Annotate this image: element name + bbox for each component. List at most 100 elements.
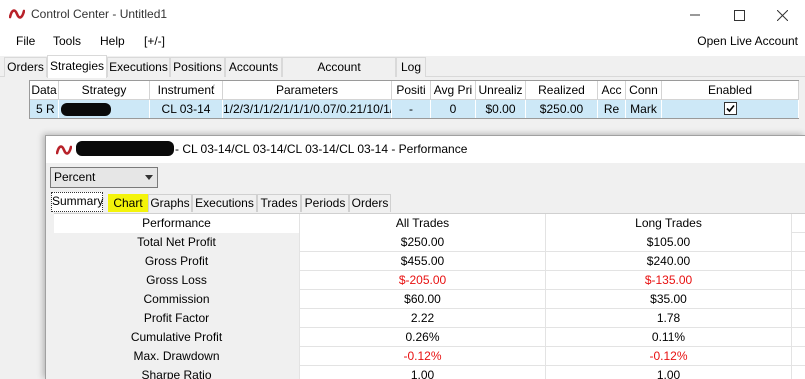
enabled-checkbox[interactable] [723,102,737,115]
header-long-trades: Long Trades [546,214,792,233]
row-long-trades: $35.00 [546,290,792,309]
cell-realized[interactable]: $250.00 [526,100,598,118]
row-label: Max. Drawdown [54,347,300,366]
performance-window: - CL 03-14/CL 03-14/CL 03-14/CL 03-14 - … [45,135,805,379]
tab-positions[interactable]: Positions [170,57,225,77]
row-label: Gross Loss [54,271,300,290]
col-header-realized[interactable]: Realized [526,81,598,100]
table-row[interactable]: Max. Drawdown -0.12% -0.12% [54,347,805,366]
perf-tab-summary[interactable]: Summary [51,192,103,212]
row-all-trades: -0.12% [300,347,546,366]
row-long-trades: $105.00 [546,233,792,252]
cell-data[interactable]: 5 R [30,100,59,118]
col-header-data[interactable]: Data [30,81,59,100]
col-header-unrealized[interactable]: Unrealiz [476,81,526,100]
perf-tab-executions[interactable]: Executions [192,194,257,212]
app-logo-icon [56,145,72,155]
col-header-account[interactable]: Acc [598,81,626,100]
tab-account-performance[interactable]: Account Performance [282,57,396,92]
table-row[interactable]: Sharpe Ratio 1.00 1.00 [54,366,805,379]
row-all-trades: $250.00 [300,233,546,252]
row-label: Sharpe Ratio [54,366,300,379]
chevron-down-icon [145,175,153,180]
menu-file[interactable]: File [16,34,35,48]
table-row[interactable]: Cumulative Profit 0.26% 0.11% [54,328,805,347]
menu-expand-toggle[interactable]: [+/-] [144,34,165,48]
row-long-trades: -0.12% [546,347,792,366]
redacted-strategy-name [61,103,111,116]
row-long-trades: $240.00 [546,252,792,271]
performance-table: Performance All Trades Long Trades Total… [54,213,805,379]
row-all-trades: 1.00 [300,366,546,379]
cell-avg-price[interactable]: 0 [431,100,476,118]
perf-tab-trades[interactable]: Trades [257,194,301,212]
row-all-trades: $60.00 [300,290,546,309]
header-all-trades: All Trades [300,214,546,233]
maximize-button[interactable] [717,0,762,30]
table-row[interactable]: Profit Factor 2.22 1.78 [54,309,805,328]
close-icon [777,9,788,21]
row-all-trades: $455.00 [300,252,546,271]
table-row[interactable]: Gross Loss $-205.00 $-135.00 [54,271,805,290]
display-mode-select[interactable]: Percent [50,167,158,188]
row-all-trades: 2.22 [300,309,546,328]
col-header-avg-price[interactable]: Avg Pri [431,81,476,100]
minimize-button[interactable] [672,0,717,30]
performance-window-title: - CL 03-14/CL 03-14/CL 03-14/CL 03-14 - … [175,142,468,156]
performance-title-bar: - CL 03-14/CL 03-14/CL 03-14/CL 03-14 - … [46,136,805,163]
row-label: Gross Profit [54,252,300,271]
perf-tab-orders[interactable]: Orders [349,194,391,212]
menu-help[interactable]: Help [100,34,125,48]
cell-unrealized[interactable]: $0.00 [476,100,526,118]
cell-enabled[interactable] [662,100,799,118]
cell-instrument[interactable]: CL 03-14 [150,100,223,118]
tab-strategies[interactable]: Strategies [47,55,107,78]
col-header-strategy[interactable]: Strategy [59,81,150,100]
row-long-trades: 1.00 [546,366,792,379]
maximize-icon [734,9,745,21]
header-performance: Performance [54,214,300,233]
perf-tab-graphs[interactable]: Graphs [148,194,192,212]
checkmark-icon [725,104,735,113]
row-long-trades: $-135.00 [546,271,792,290]
menu-bar: File Tools Help [+/-] Open Live Account [0,30,805,52]
title-bar: Control Center - Untitled1 [0,0,805,30]
menu-tools[interactable]: Tools [53,34,81,48]
col-header-enabled[interactable]: Enabled [662,81,799,100]
row-label: Total Net Profit [54,233,300,252]
cell-position[interactable]: - [392,100,431,118]
table-row[interactable]: Commission $60.00 $35.00 [54,290,805,309]
cell-parameters[interactable]: 1/2/3/1/1/2/1/1/1/0.07/0.21/10/1/ [223,100,392,118]
row-label: Commission [54,290,300,309]
main-tab-bar: Orders Strategies Executions Positions A… [0,55,805,92]
tab-executions[interactable]: Executions [107,57,170,77]
strategies-grid: Data Strategy Instrument Parameters Posi… [29,80,799,119]
app-logo-icon [9,9,25,19]
perf-tab-periods[interactable]: Periods [301,194,349,212]
window-title: Control Center - Untitled1 [31,7,168,21]
cell-connection[interactable]: Mark [626,100,662,118]
table-header-row: Performance All Trades Long Trades [54,214,805,233]
col-header-position[interactable]: Positi [392,81,431,100]
perf-tab-chart[interactable]: Chart [108,194,148,212]
tab-accounts[interactable]: Accounts [225,57,282,77]
cell-account[interactable]: Re [598,100,626,118]
row-all-trades: 0.26% [300,328,546,347]
col-header-parameters[interactable]: Parameters [223,81,392,100]
row-label: Cumulative Profit [54,328,300,347]
row-long-trades: 0.11% [546,328,792,347]
tab-orders[interactable]: Orders [4,57,47,77]
row-all-trades: $-205.00 [300,271,546,290]
open-live-account-link[interactable]: Open Live Account [697,34,798,48]
redacted-strategy-title [76,141,174,156]
table-row[interactable]: Total Net Profit $250.00 $105.00 [54,233,805,252]
col-header-connection[interactable]: Conn [626,81,662,100]
cell-strategy[interactable] [59,100,150,118]
sort-indicator-icon: / [212,83,215,93]
row-long-trades: 1.78 [546,309,792,328]
minimize-icon [689,14,700,16]
tab-log[interactable]: Log [396,57,426,77]
table-row[interactable]: Gross Profit $455.00 $240.00 [54,252,805,271]
display-mode-value: Percent [54,170,96,184]
close-button[interactable] [760,0,805,30]
